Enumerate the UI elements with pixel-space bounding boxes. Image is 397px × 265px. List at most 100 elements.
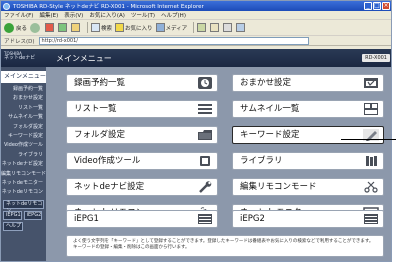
- sidebar: メインメニュー 録画予約一覧 おまかせ設定 リスト一覧 サムネイル一覧 フォルダ…: [1, 67, 46, 261]
- favorites-button[interactable]: お気に入り: [115, 23, 153, 32]
- menu-view[interactable]: 表示(V): [64, 11, 83, 19]
- sidebar-item[interactable]: Video作成ツール: [1, 141, 46, 150]
- sidebar-item[interactable]: ライブラリ: [1, 151, 46, 160]
- edit-button[interactable]: [236, 23, 246, 32]
- sidebar-item[interactable]: リスト一覧: [1, 104, 46, 113]
- sidebar-item[interactable]: ネットdeナビ設定: [1, 160, 46, 169]
- tile-library[interactable]: ライブラリ: [232, 152, 384, 170]
- page-content: TOSHIBA ネットdeナビ メインメニュー RD-X001 メインメニュー …: [1, 49, 391, 261]
- calendar-icon: [364, 78, 378, 88]
- tile-label: iEPG2: [240, 214, 265, 224]
- refresh-button[interactable]: [58, 23, 68, 32]
- ie-logo-icon: [3, 2, 10, 10]
- browser-window: TOSHIBA RD-Style ネットdeナビ RD-X001 - Micro…: [0, 0, 392, 262]
- app-header: TOSHIBA ネットdeナビ メインメニュー RD-X001: [1, 49, 391, 67]
- toolbar-separator: [87, 22, 89, 33]
- forward-button[interactable]: [30, 22, 42, 33]
- tile-iepg1[interactable]: iEPG1: [66, 210, 218, 228]
- list-icon: [198, 104, 212, 114]
- tile-label: フォルダ設定: [74, 130, 126, 140]
- menu-file[interactable]: ファイル(F): [4, 11, 33, 19]
- sidebar-item[interactable]: 編集リモコンモード: [1, 170, 46, 179]
- menu-favorites[interactable]: お気に入り(A): [89, 11, 125, 19]
- close-button[interactable]: ×: [382, 2, 390, 10]
- tile-netde-navi-settings[interactable]: ネットdeナビ設定: [66, 178, 218, 196]
- sidebar-epg2-button[interactable]: iEPG2: [23, 210, 43, 220]
- tile-label: おまかせ設定: [240, 78, 292, 88]
- tile-label: 録画予約一覧: [74, 78, 126, 88]
- tile-auto-settings[interactable]: おまかせ設定: [232, 74, 384, 92]
- minimize-button[interactable]: _: [364, 2, 372, 10]
- search-button[interactable]: 検索: [91, 23, 112, 32]
- toolbar-separator: [193, 22, 195, 33]
- books-icon: [366, 156, 377, 166]
- menu-bar: ファイル(F) 編集(E) 表示(V) お気に入り(A) ツール(T) ヘルプ(…: [1, 11, 391, 20]
- epg-icon: [364, 214, 378, 224]
- tile-label: サムネイル一覧: [240, 104, 300, 114]
- tile-label: 編集リモコンモード: [240, 182, 317, 192]
- tile-label: キーワード設定: [240, 130, 300, 140]
- sidebar-item[interactable]: キーワード設定: [1, 132, 46, 141]
- epg-icon: [198, 214, 212, 224]
- history-icon: [197, 23, 207, 32]
- tile-keyword-settings[interactable]: キーワード設定: [232, 126, 384, 144]
- tile-label: ネットdeナビ設定: [74, 182, 145, 192]
- sidebar-item[interactable]: ネットdeモニター: [1, 179, 46, 188]
- edit-icon: [236, 23, 246, 32]
- stop-button[interactable]: [45, 23, 55, 32]
- refresh-icon: [58, 23, 68, 32]
- mail-button[interactable]: [210, 23, 220, 32]
- star-icon: [115, 23, 125, 32]
- menu-edit[interactable]: 編集(E): [39, 11, 58, 19]
- tile-thumbnail-view[interactable]: サムネイル一覧: [232, 100, 384, 118]
- menu-help[interactable]: ヘルプ(H): [161, 11, 186, 19]
- callout-line: [341, 139, 396, 140]
- tile-label: ライブラリ: [240, 156, 283, 166]
- media-button[interactable]: メディア: [155, 23, 187, 32]
- maximize-button[interactable]: □: [373, 2, 381, 10]
- brand-line2: ネットdeナビ: [4, 55, 36, 61]
- tile-video-tool[interactable]: Video作成ツール: [66, 152, 218, 170]
- sidebar-help-button[interactable]: ヘルプ: [3, 221, 23, 231]
- search-icon: [91, 23, 101, 32]
- window-title: TOSHIBA RD-Style ネットdeナビ RD-X001 - Micro…: [13, 4, 204, 10]
- menu-tools[interactable]: ツール(T): [131, 11, 155, 19]
- stop-icon: [45, 23, 55, 32]
- tile-edit-remote-mode[interactable]: 編集リモコンモード: [232, 178, 384, 196]
- video-tool-icon: [200, 156, 210, 166]
- forward-arrow-icon: [30, 22, 41, 33]
- info-text-box: よく使う文字列を「キーワード」として登録することができます。登録したキーワードは…: [66, 235, 384, 257]
- screenshot: TOSHIBA RD-Style ネットdeナビ RD-X001 - Micro…: [0, 0, 397, 265]
- home-icon: [71, 23, 81, 32]
- tile-list-view[interactable]: リスト一覧: [66, 100, 218, 118]
- media-icon: [155, 23, 165, 32]
- sidebar-epg-row: iEPG1 iEPG2: [3, 210, 44, 220]
- tile-folder-settings[interactable]: フォルダ設定: [66, 126, 218, 144]
- title-bar: TOSHIBA RD-Style ネットdeナビ RD-X001 - Micro…: [1, 1, 391, 11]
- back-button[interactable]: 戻る: [4, 22, 27, 33]
- sidebar-remote-button[interactable]: ネットdeリモコン: [3, 199, 44, 214]
- history-button[interactable]: [197, 23, 207, 32]
- home-button[interactable]: [71, 23, 81, 32]
- sidebar-item-main-menu[interactable]: メインメニュー: [1, 71, 46, 83]
- mail-icon: [210, 23, 220, 32]
- clock-icon: [198, 77, 212, 89]
- address-input[interactable]: http://rd-x001/: [38, 36, 309, 45]
- wrench-icon: [199, 181, 212, 193]
- scissors-icon: [364, 181, 378, 193]
- sidebar-item[interactable]: サムネイル一覧: [1, 113, 46, 122]
- folder-icon: [198, 130, 212, 140]
- tile-recording-list[interactable]: 録画予約一覧: [66, 74, 218, 92]
- address-label: アドレス(D): [4, 38, 35, 45]
- print-button[interactable]: [223, 23, 233, 32]
- sidebar-item[interactable]: フォルダ設定: [1, 123, 46, 132]
- thumbnails-icon: [364, 103, 378, 115]
- sidebar-item[interactable]: おまかせ設定: [1, 94, 46, 103]
- sidebar-item[interactable]: 録画予約一覧: [1, 85, 46, 94]
- tile-iepg2[interactable]: iEPG2: [232, 210, 384, 228]
- back-arrow-icon: [4, 22, 14, 33]
- model-badge: RD-X001: [362, 54, 390, 62]
- sidebar-epg1-button[interactable]: iEPG1: [3, 210, 22, 220]
- page-title: メインメニュー: [56, 54, 112, 63]
- sidebar-item[interactable]: ネットdeリモコン: [1, 188, 46, 197]
